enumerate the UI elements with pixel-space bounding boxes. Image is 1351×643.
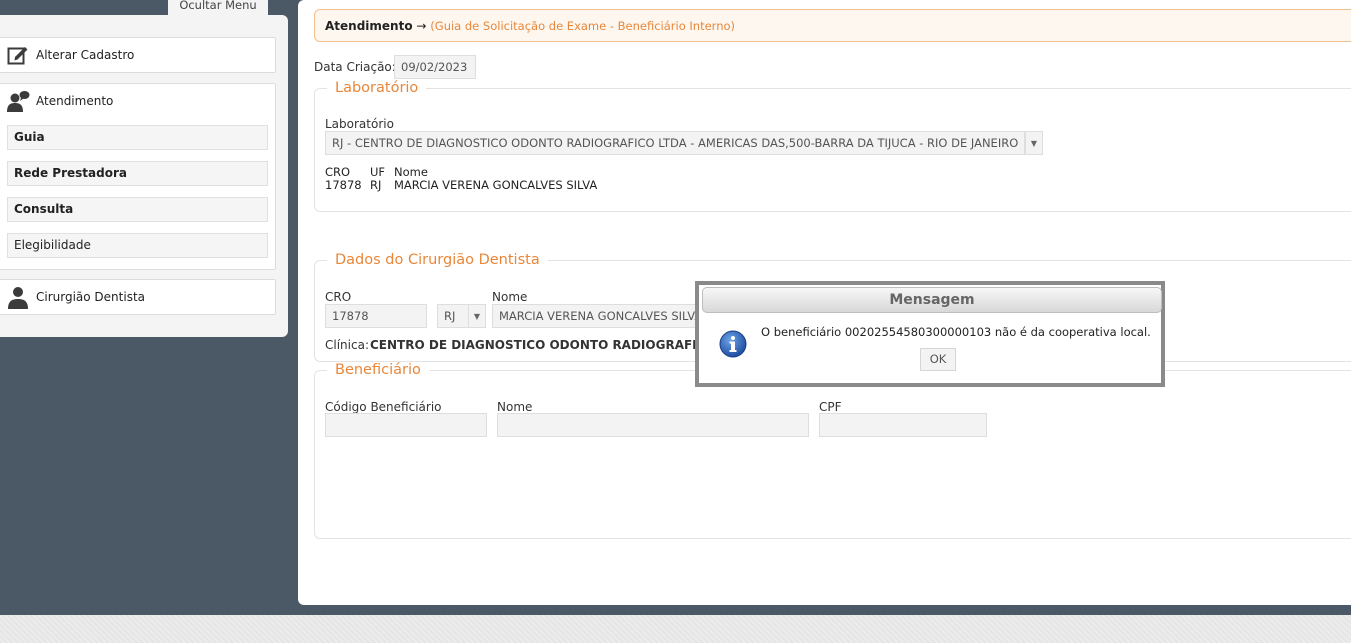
uf-header: UF: [370, 165, 386, 179]
cpf-label: CPF: [819, 400, 842, 414]
breadcrumb-root: Atendimento: [325, 19, 413, 33]
ok-button[interactable]: OK: [920, 348, 956, 371]
hide-menu-tab[interactable]: Ocultar Menu: [168, 0, 268, 16]
data-criacao-field: 09/02/2023: [394, 55, 476, 79]
dentista-nome-label: Nome: [492, 290, 528, 304]
chevron-down-icon[interactable]: ▼: [1025, 131, 1043, 155]
beneficiario-legend: Beneficiário: [335, 362, 421, 378]
cpf-field[interactable]: [819, 413, 987, 437]
breadcrumb: Atendimento → (Guia de Solicitação de Ex…: [314, 9, 1351, 42]
sidebar-item-alterar-cadastro[interactable]: Alterar Cadastro: [0, 37, 276, 73]
nome-header: Nome: [394, 165, 428, 179]
dentista-nome-field: MARCIA VERENA GONCALVES SILVA: [492, 304, 702, 328]
beneficiario-nome-field[interactable]: [497, 413, 809, 437]
clinica-value: CENTRO DE DIAGNOSTICO ODONTO RADIOGRAFIC…: [370, 338, 716, 352]
dentista-cro-label: CRO: [325, 290, 352, 304]
sidebar-subitem-rede-prestadora[interactable]: Rede Prestadora: [7, 161, 268, 186]
dialog-message: O beneficiário 00202554580300000103 não …: [761, 325, 1151, 339]
sidebar-item-atendimento[interactable]: Atendimento: [0, 84, 275, 118]
message-dialog: Mensagem O beneficiário 0020255458030000…: [695, 281, 1165, 387]
beneficiario-group: Beneficiário: [314, 362, 1351, 539]
footer-strip: [0, 615, 1351, 643]
sidebar-item-cirurgiao-dentista[interactable]: Cirurgião Dentista: [0, 279, 276, 315]
sidebar-section-atendimento: Atendimento Guia Rede Prestadora Consult…: [0, 83, 276, 270]
dialog-title[interactable]: Mensagem: [702, 287, 1162, 313]
laboratorio-select[interactable]: RJ - CENTRO DE DIAGNOSTICO ODONTO RADIOG…: [325, 131, 1025, 155]
dentist-icon: [8, 287, 28, 309]
breadcrumb-current: (Guia de Solicitação de Exame - Benefici…: [430, 19, 736, 33]
sidebar-item-label: Alterar Cadastro: [36, 48, 135, 62]
sidebar: Alterar Cadastro Atendimento Guia Rede P…: [0, 15, 288, 337]
sidebar-subitem-elegibilidade[interactable]: Elegibilidade: [7, 233, 268, 258]
laboratorio-label: Laboratório: [325, 117, 394, 131]
sidebar-subitem-consulta[interactable]: Consulta: [7, 197, 268, 222]
clinica-label: Clínica:: [325, 338, 369, 352]
beneficiario-nome-label: Nome: [497, 400, 533, 414]
data-criacao-label: Data Criação:: [314, 60, 396, 74]
codigo-beneficiario-field[interactable]: [325, 413, 487, 437]
cro-value: 17878: [325, 178, 362, 192]
info-icon: [719, 330, 747, 358]
laboratorio-legend: Laboratório: [335, 80, 419, 96]
sidebar-item-label: Cirurgião Dentista: [36, 290, 146, 304]
cro-header: CRO: [325, 165, 351, 179]
user-chat-icon: [7, 91, 30, 112]
chevron-down-icon[interactable]: ▼: [468, 304, 486, 328]
dentista-cro-field[interactable]: 17878: [325, 304, 427, 328]
breadcrumb-arrow: →: [416, 19, 427, 33]
nome-value: MARCIA VERENA GONCALVES SILVA: [394, 178, 598, 192]
sidebar-subitem-guia[interactable]: Guia: [7, 125, 268, 150]
sidebar-item-label: Atendimento: [36, 94, 114, 108]
codigo-beneficiario-label: Código Beneficiário: [325, 400, 442, 414]
dentista-uf-select[interactable]: RJ: [437, 304, 469, 328]
uf-value: RJ: [370, 178, 382, 192]
edit-icon: [7, 47, 28, 65]
dentista-legend: Dados do Cirurgião Dentista: [335, 252, 540, 268]
